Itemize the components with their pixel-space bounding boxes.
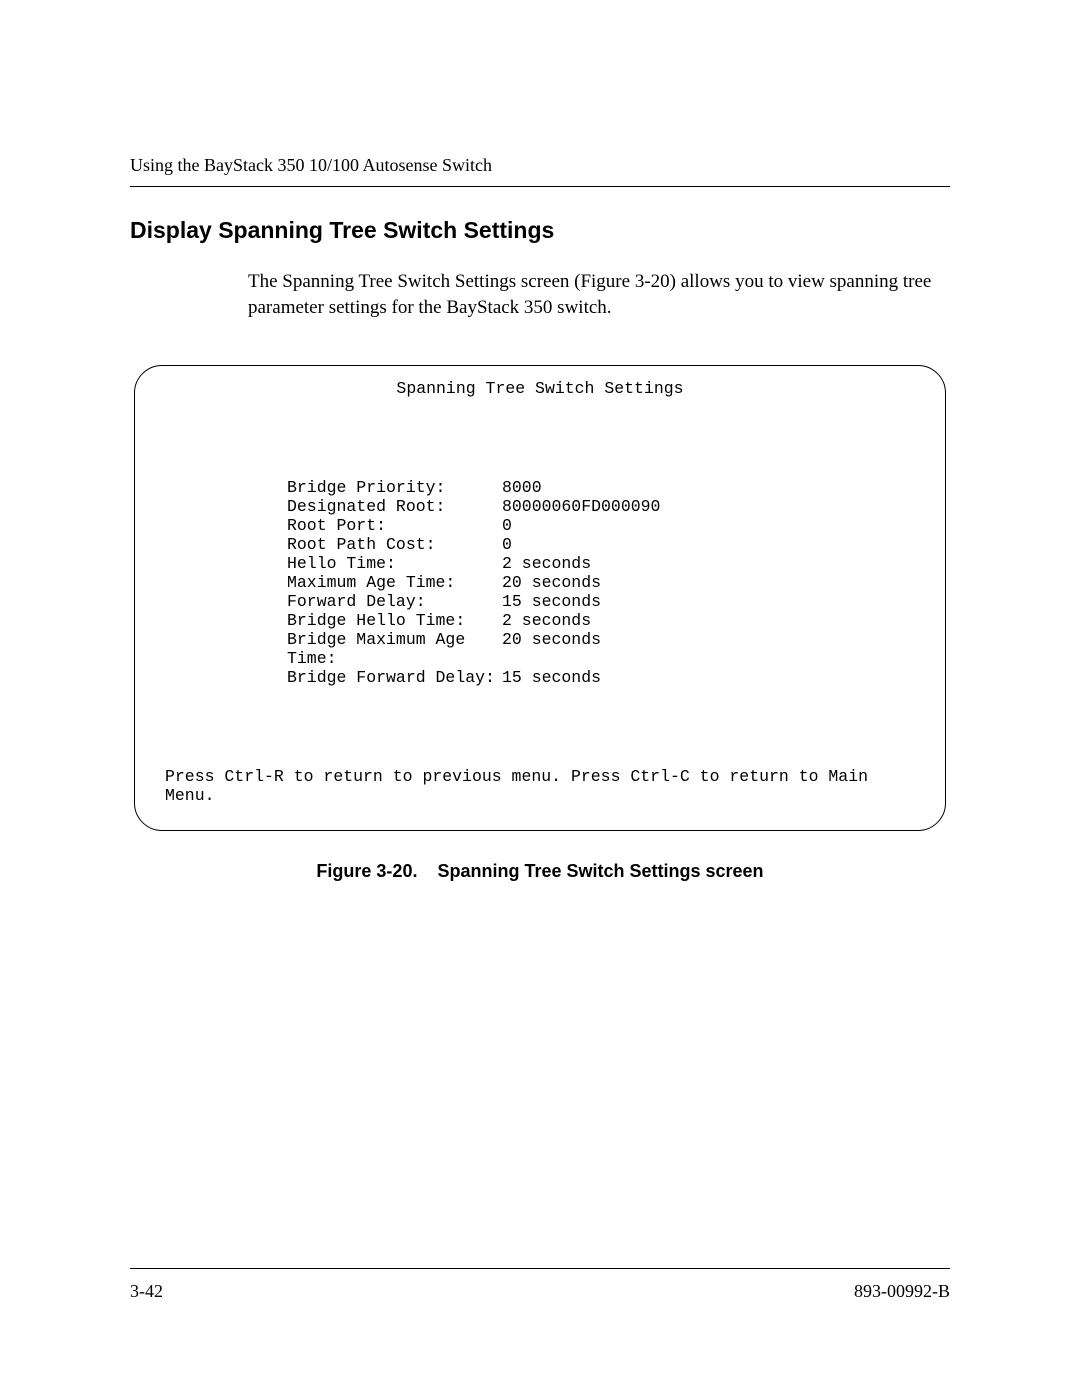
settings-value: 80000060FD000090 — [502, 498, 660, 517]
settings-value: 20 seconds — [502, 574, 601, 593]
settings-value: 0 — [502, 536, 512, 555]
document-number: 893-00992-B — [854, 1281, 950, 1302]
settings-row: Designated Root: 80000060FD000090 — [287, 498, 923, 517]
section-heading: Display Spanning Tree Switch Settings — [130, 217, 950, 244]
settings-label: Designated Root: — [287, 498, 502, 517]
figure-caption-prefix: Figure 3-20. — [316, 861, 417, 881]
settings-row: Bridge Hello Time: 2 seconds — [287, 612, 923, 631]
running-header: Using the BayStack 350 10/100 Autosense … — [130, 155, 950, 187]
page: Using the BayStack 350 10/100 Autosense … — [0, 0, 1080, 1397]
settings-block: Bridge Priority: 8000 Designated Root: 8… — [287, 479, 923, 688]
settings-row: Bridge Priority: 8000 — [287, 479, 923, 498]
settings-label: Bridge Priority: — [287, 479, 502, 498]
terminal-screen-figure: Spanning Tree Switch Settings Bridge Pri… — [134, 365, 946, 831]
settings-value: 2 seconds — [502, 555, 591, 574]
page-number: 3-42 — [130, 1281, 163, 1302]
page-footer: 3-42 893-00992-B — [130, 1268, 950, 1302]
settings-row: Bridge Maximum Age Time: 20 seconds — [287, 631, 923, 669]
settings-label: Bridge Maximum Age Time: — [287, 631, 502, 669]
settings-label: Bridge Hello Time: — [287, 612, 502, 631]
settings-row: Bridge Forward Delay: 15 seconds — [287, 669, 923, 688]
settings-label: Root Path Cost: — [287, 536, 502, 555]
settings-row: Maximum Age Time: 20 seconds — [287, 574, 923, 593]
settings-row: Forward Delay: 15 seconds — [287, 593, 923, 612]
settings-row: Hello Time: 2 seconds — [287, 555, 923, 574]
settings-row: Root Port: 0 — [287, 517, 923, 536]
settings-label: Maximum Age Time: — [287, 574, 502, 593]
figure-caption: Figure 3-20. Spanning Tree Switch Settin… — [130, 861, 950, 882]
settings-value: 0 — [502, 517, 512, 536]
settings-label: Hello Time: — [287, 555, 502, 574]
section-body: The Spanning Tree Switch Settings screen… — [248, 269, 950, 320]
screen-title: Spanning Tree Switch Settings — [157, 380, 923, 399]
screen-footer-instruction: Press Ctrl-R to return to previous menu.… — [165, 768, 923, 806]
settings-label: Forward Delay: — [287, 593, 502, 612]
settings-label: Root Port: — [287, 517, 502, 536]
settings-value: 15 seconds — [502, 593, 601, 612]
settings-row: Root Path Cost: 0 — [287, 536, 923, 555]
settings-value: 20 seconds — [502, 631, 601, 669]
figure-caption-text: Spanning Tree Switch Settings screen — [437, 861, 763, 881]
settings-label: Bridge Forward Delay: — [287, 669, 502, 688]
settings-value: 8000 — [502, 479, 542, 498]
settings-value: 15 seconds — [502, 669, 601, 688]
settings-value: 2 seconds — [502, 612, 591, 631]
